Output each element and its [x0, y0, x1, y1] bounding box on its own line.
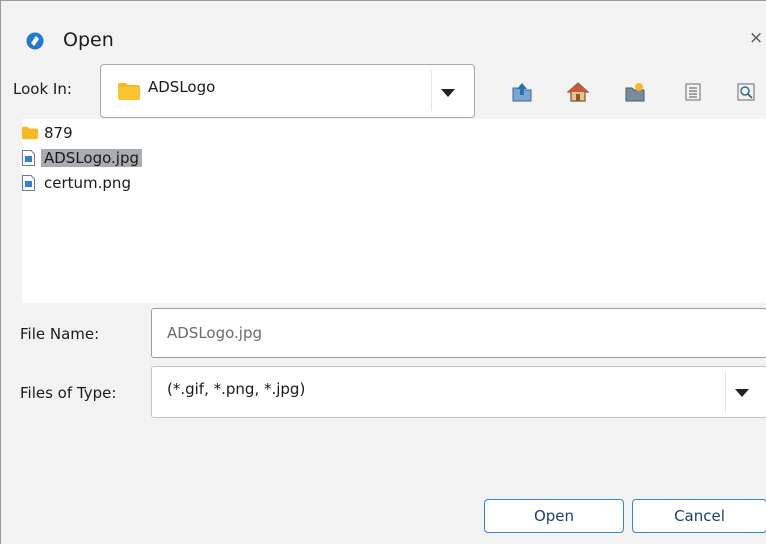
list-item[interactable]: 879	[22, 122, 73, 144]
folder-icon	[22, 125, 38, 141]
list-item[interactable]: ADSLogo.jpg	[22, 147, 143, 169]
file-name: ADSLogo.jpg	[41, 149, 143, 167]
file-name: 879	[44, 124, 73, 142]
file-name-input[interactable]	[151, 308, 766, 358]
details-view-icon[interactable]	[735, 81, 757, 103]
close-icon[interactable]: ×	[749, 28, 763, 48]
chevron-down-icon[interactable]	[441, 89, 455, 97]
look-in-value: ADSLogo	[148, 78, 216, 96]
files-of-type-dropdown[interactable]: (*.gif, *.png, *.jpg)	[151, 366, 766, 418]
file-list[interactable]: 879 ADSLogo.jpg certum.png	[22, 119, 766, 303]
up-one-level-icon[interactable]	[511, 81, 533, 103]
image-file-icon	[22, 175, 38, 191]
folder-icon	[118, 82, 140, 104]
files-of-type-value: (*.gif, *.png, *.jpg)	[167, 380, 306, 398]
dialog-title: Open	[63, 29, 114, 51]
chevron-down-icon[interactable]	[735, 389, 749, 397]
dropdown-divider	[725, 371, 726, 413]
look-in-label: Look In:	[13, 80, 72, 98]
list-item[interactable]: certum.png	[22, 172, 131, 194]
file-name-label: File Name:	[20, 325, 100, 343]
open-file-dialog: Open × Look In: ADSLogo 879 ADSLogo.jpg …	[0, 0, 766, 544]
cancel-button[interactable]: Cancel	[632, 499, 766, 533]
open-button[interactable]: Open	[484, 499, 624, 533]
new-folder-icon[interactable]	[624, 81, 646, 103]
title-bar: Open ×	[1, 1, 766, 57]
home-icon[interactable]	[566, 81, 590, 103]
files-of-type-label: Files of Type:	[20, 384, 117, 402]
dropdown-divider	[431, 71, 432, 111]
image-file-icon	[22, 150, 38, 166]
list-view-icon[interactable]	[682, 81, 704, 103]
app-logo-icon	[26, 32, 44, 54]
look-in-dropdown[interactable]: ADSLogo	[100, 64, 475, 118]
file-name: certum.png	[44, 174, 131, 192]
